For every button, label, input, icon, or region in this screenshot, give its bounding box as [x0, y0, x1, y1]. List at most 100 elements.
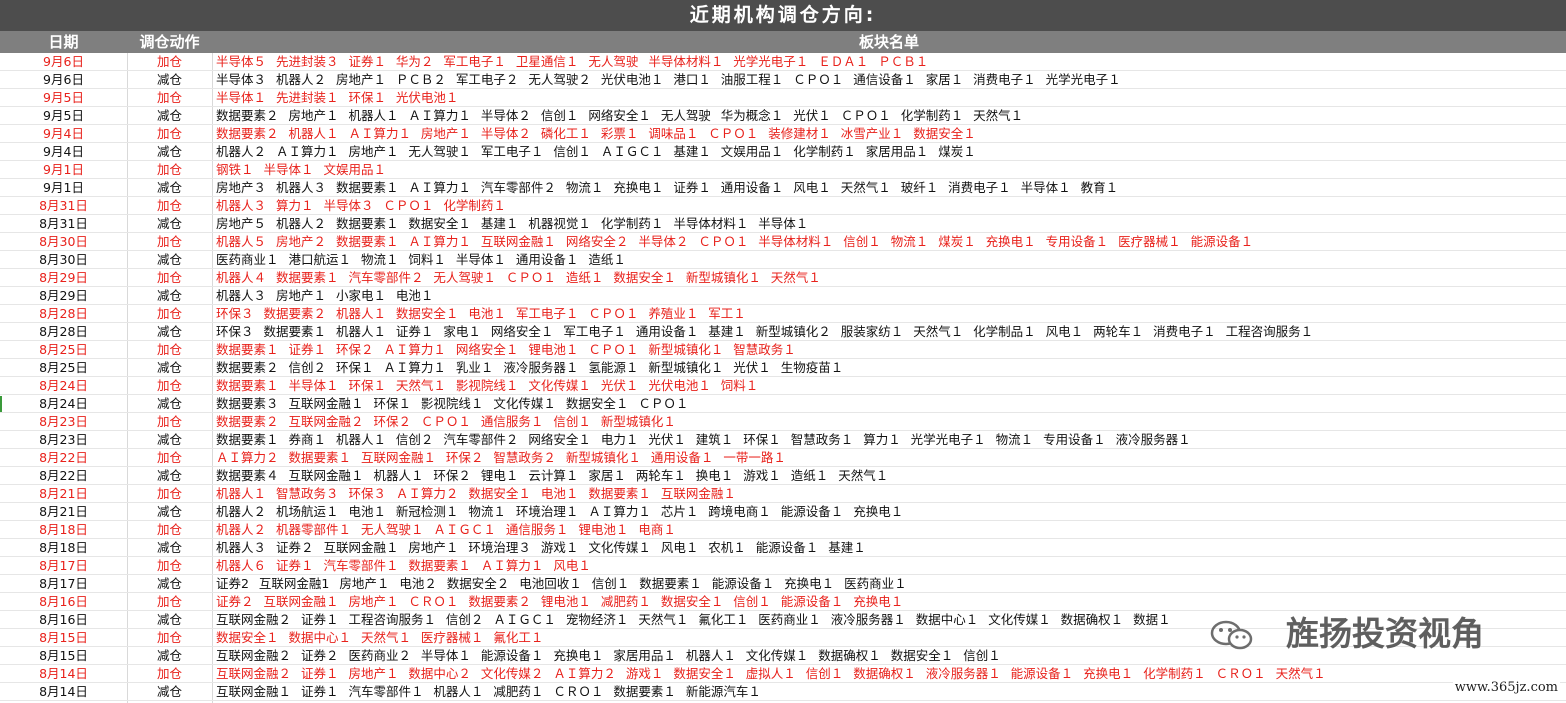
row-action: 加仓 [156, 162, 182, 177]
row-action: 减仓 [156, 396, 182, 411]
row-date: 8月25日 [39, 342, 88, 357]
row-date: 8月31日 [39, 216, 88, 231]
row-date: 8月28日 [39, 306, 88, 321]
row-action: 加仓 [156, 486, 182, 501]
row-action: 加仓 [156, 378, 182, 393]
row-sectors: 机器人４ 数据要素１ 汽车零部件２ 无人驾驶１ ＣＰＯ１ 造纸１ 数据安全１ 新… [216, 270, 821, 285]
row-action: 加仓 [156, 414, 182, 429]
row-action: 减仓 [156, 324, 182, 339]
row-action: 减仓 [156, 648, 182, 663]
row-sectors: 机器人３ 证券２ 互联网金融１ 房地产１ 环境治理３ 游戏１ 文化传媒１ 风电１… [216, 540, 866, 555]
row-date: 9月1日 [43, 180, 84, 195]
row-action: 减仓 [156, 108, 182, 123]
row-action: 加仓 [156, 90, 182, 105]
row-date: 8月22日 [39, 450, 88, 465]
row-sectors: 机器人６ 证券１ 汽车零部件１ 数据要素１ ＡＩ算力１ 风电１ [216, 558, 591, 573]
row-sectors: 机器人２ 机场航运１ 电池１ 新冠检测１ 物流１ 环境治理１ ＡＩ算力１ 芯片１… [216, 504, 904, 519]
row-action: 减仓 [156, 576, 182, 591]
row-sectors: 互联网金融２ 证券１ 房地产１ 数据中心２ 文化传媒２ ＡＩ算力２ 游戏１ 数据… [216, 666, 1326, 681]
row-date: 8月30日 [39, 252, 88, 267]
row-date: 8月14日 [39, 666, 88, 681]
table-row: 9月5日 加仓 半导体１ 先进封装１ 环保１ 光伏电池１ [0, 89, 1566, 107]
row-sectors: 半导体１ 先进封装１ 环保１ 光伏电池１ [216, 90, 459, 105]
row-action: 减仓 [156, 252, 182, 267]
table-row: 8月18日 加仓 机器人２ 机器零部件１ 无人驾驶１ ＡＩＧＣ１ 通信服务１ 锂电池… [0, 521, 1566, 539]
table-row: 8月31日 减仓 房地产５ 机器人２ 数据要素１ 数据安全１ 基建１ 机器视觉１ 化… [0, 215, 1566, 233]
table-row: 8月14日 加仓 互联网金融２ 证券１ 房地产１ 数据中心２ 文化传媒２ ＡＩ算力２… [0, 665, 1566, 683]
table-row: 8月28日 加仓 环保３ 数据要素２ 机器人１ 数据安全１ 电池１ 军工电子１ ＣＰ… [0, 305, 1566, 323]
table-row: 8月31日 加仓 机器人３ 算力１ 半导体３ ＣＰＯ１ 化学制药１ [0, 197, 1566, 215]
row-date: 8月31日 [39, 198, 88, 213]
row-date: 8月17日 [39, 576, 88, 591]
row-date: 9月5日 [43, 90, 84, 105]
table-header: 日期 调仓动作 板块名单 [0, 31, 1566, 53]
row-date: 8月23日 [39, 432, 88, 447]
row-date: 8月28日 [39, 324, 88, 339]
row-sectors: 互联网金融１ 证券１ 汽车零部件１ 机器人１ 减肥药１ ＣＲＯ１ 数据要素１ 新… [216, 684, 761, 699]
row-date: 8月24日 [39, 396, 88, 411]
header-sectors: 板块名单 [858, 33, 919, 51]
row-sectors: 证券２ 互联网金融１ 房地产１ ＣＲＯ１ 数据要素２ 锂电池１ 减肥药１ 数据安… [216, 594, 904, 609]
header-date: 日期 [48, 33, 79, 51]
row-sectors: 房地产５ 机器人２ 数据要素１ 数据安全１ 基建１ 机器视觉１ 化学制药１ 半导… [216, 216, 809, 231]
row-action: 加仓 [156, 342, 182, 357]
table-row: 9月6日 加仓 半导体５ 先进封装３ 证券１ 华为２ 军工电子１ 卫星通信１ 无人驾… [0, 53, 1566, 71]
row-sectors: 房地产３ 机器人３ 数据要素１ ＡＩ算力１ 汽车零部件２ 物流１ 充换电１ 证券… [216, 180, 1119, 195]
wechat-icon [1210, 620, 1253, 650]
table-row: 8月29日 减仓 机器人３ 房地产１ 小家电１ 电池１ [0, 287, 1566, 305]
row-action: 减仓 [156, 288, 182, 303]
table-row: 8月23日 减仓 数据要素１ 券商１ 机器人１ 信创２ 汽车零部件２ 网络安全１ 电… [0, 431, 1566, 449]
table-row: 8月30日 减仓 医药商业１ 港口航运１ 物流１ 饲料１ 半导体１ 通用设备１ 造纸… [0, 251, 1566, 269]
row-date: 8月15日 [39, 630, 88, 645]
table-row: 8月28日 减仓 环保３ 数据要素１ 机器人１ 证券１ 家电１ 网络安全１ 军工电子… [0, 323, 1566, 341]
row-action: 加仓 [156, 522, 182, 537]
row-action: 减仓 [156, 504, 182, 519]
row-sectors: 数据要素１ 证券１ 环保２ ＡＩ算力１ 网络安全１ 锂电池１ ＣＰＯ１ 新型城镇… [216, 342, 796, 357]
row-action: 加仓 [156, 594, 182, 609]
row-date: 9月5日 [43, 108, 84, 123]
row-sectors: 数据要素１ 券商１ 机器人１ 信创２ 汽车零部件２ 网络安全１ 电力１ 光伏１ … [216, 432, 1191, 447]
table-row: 8月29日 加仓 机器人４ 数据要素１ 汽车零部件２ 无人驾驶１ ＣＰＯ１ 造纸１ … [0, 269, 1566, 287]
row-sectors: 医药商业１ 港口航运１ 物流１ 饲料１ 半导体１ 通用设备１ 造纸１ [216, 252, 626, 267]
row-marker [0, 396, 2, 412]
row-action: 加仓 [156, 666, 182, 681]
table-row: 8月24日 加仓 数据要素１ 半导体１ 环保１ 天然气１ 影视院线１ 文化传媒１ 光… [0, 377, 1566, 395]
row-date: 9月1日 [43, 162, 84, 177]
row-action: 减仓 [156, 432, 182, 447]
row-date: 8月29日 [39, 270, 88, 285]
row-sectors: 半导体５ 先进封装３ 证券１ 华为２ 军工电子１ 卫星通信１ 无人驾驶 半导体材… [216, 54, 929, 69]
row-date: 8月21日 [39, 504, 88, 519]
row-date: 8月16日 [39, 612, 88, 627]
table-row: 8月18日 减仓 机器人３ 证券２ 互联网金融１ 房地产１ 环境治理３ 游戏１ 文化… [0, 539, 1566, 557]
row-sectors: 环保３ 数据要素２ 机器人１ 数据安全１ 电池１ 军工电子１ ＣＰＯ１ 养殖业１… [216, 306, 746, 321]
table-row: 9月5日 减仓 数据要素２ 房地产１ 机器人１ ＡＩ算力１ 半导体２ 信创１ 网络安… [0, 107, 1566, 125]
table-row: 9月1日 减仓 房地产３ 机器人３ 数据要素１ ＡＩ算力１ 汽车零部件２ 物流１ 充… [0, 179, 1566, 197]
table-row: 8月14日 减仓 互联网金融１ 证券１ 汽车零部件１ 机器人１ 减肥药１ ＣＲＯ１ … [0, 683, 1566, 701]
row-sectors: 机器人２ 机器零部件１ 无人驾驶１ ＡＩＧＣ１ 通信服务１ 锂电池１ 电商１ [216, 522, 676, 537]
row-action: 减仓 [156, 540, 182, 555]
row-action: 减仓 [156, 684, 182, 699]
table-row: 8月16日 加仓 证券２ 互联网金融１ 房地产１ ＣＲＯ１ 数据要素２ 锂电池１ 减… [0, 593, 1566, 611]
row-date: 9月4日 [43, 126, 84, 141]
table-row: 9月4日 加仓 数据要素２ 机器人１ ＡＩ算力１ 房地产１ 半导体２ 磷化工１ 彩票… [0, 125, 1566, 143]
page-title: 近期机构调仓方向: [0, 0, 1566, 31]
table-row: 8月21日 加仓 机器人１ 智慧政务３ 环保３ ＡＩ算力２ 数据安全１ 电池１ 数据… [0, 485, 1566, 503]
row-sectors: 机器人５ 房地产２ 数据要素１ ＡＩ算力１ 互联网金融１ 网络安全２ 半导体２ … [216, 234, 1254, 249]
row-action: 加仓 [156, 198, 182, 213]
table-row: 9月1日 加仓 钢铁１ 半导体１ 文娱用品１ [0, 161, 1566, 179]
header-action: 调仓动作 [139, 33, 200, 51]
footer-url: www.365jz.com [1452, 680, 1560, 695]
row-action: 加仓 [156, 558, 182, 573]
row-sectors: 机器人３ 算力１ 半导体３ ＣＰＯ１ 化学制药１ [216, 198, 506, 213]
row-date: 8月14日 [39, 684, 88, 699]
row-sectors: 半导体３ 机器人２ 房地产１ ＰＣＢ２ 军工电子２ 无人驾驶２ 光伏电池１ 港口… [216, 72, 1121, 87]
row-action: 减仓 [156, 612, 182, 627]
table-row: 8月21日 减仓 机器人２ 机场航运１ 电池１ 新冠检测１ 物流１ 环境治理１ ＡＩ… [0, 503, 1566, 521]
row-sectors: ＡＩ算力２ 数据要素１ 互联网金融１ 环保２ 智慧政务２ 新型城镇化１ 通用设备… [216, 450, 786, 465]
row-date: 8月18日 [39, 540, 88, 555]
row-sectors: 证券2 互联网金融1 房地产１ 电池２ 数据安全２ 电池回收１ 信创１ 数据要素… [216, 576, 907, 591]
row-action: 减仓 [156, 144, 182, 159]
row-sectors: 数据要素４ 互联网金融１ 机器人１ 环保２ 锂电１ 云计算１ 家居１ 两轮车１ … [216, 468, 889, 483]
row-date: 8月18日 [39, 522, 88, 537]
watermark: 旌扬投资视角 [1210, 612, 1520, 656]
